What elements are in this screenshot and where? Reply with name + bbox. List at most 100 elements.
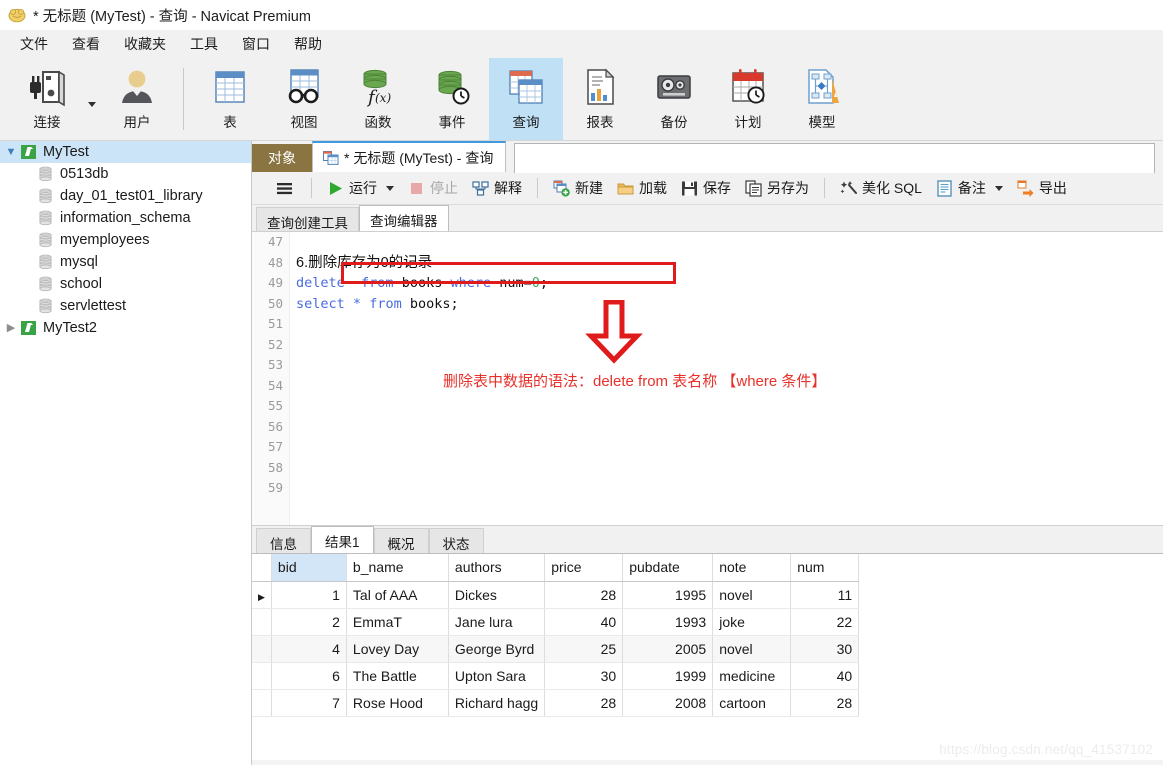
sql-editor[interactable]: 47 48 49 50 51 52 53 54 55 56 57 58 59 6… [252, 231, 1163, 525]
grid-col-num[interactable]: num [790, 554, 860, 582]
grid-col-pubdate[interactable]: pubdate [622, 554, 714, 582]
cell-bid[interactable]: 6 [271, 662, 347, 690]
cell-pubdate[interactable]: 2005 [622, 635, 714, 663]
new-button[interactable]: 新建 [546, 175, 610, 201]
cell-authors[interactable]: Dickes [448, 581, 546, 609]
ribbon-button-query[interactable]: 查询 [489, 58, 563, 140]
ribbon-button-user[interactable]: 用户 [100, 58, 174, 140]
sidebar-item-db-myemployees[interactable]: myemployees [0, 229, 251, 251]
horizontal-scrollbar[interactable] [252, 760, 1163, 765]
menu-help[interactable]: 帮助 [282, 31, 334, 57]
tab-objects[interactable]: 对象 [252, 144, 312, 172]
cell-bid[interactable]: 4 [271, 635, 347, 663]
cell-price[interactable]: 25 [544, 635, 624, 663]
menu-window[interactable]: 窗口 [230, 31, 282, 57]
sidebar-item-mytest2[interactable]: ▶ MyTest2 [0, 317, 251, 339]
sidebar-item-db-information-schema[interactable]: information_schema [0, 207, 251, 229]
ribbon-button-schedule[interactable]: 计划 [711, 58, 785, 140]
tab-profile[interactable]: 概况 [373, 528, 429, 553]
table-row[interactable]: 6 The Battle Upton Sara 30 1999 medicine… [252, 662, 860, 690]
ribbon-button-backup[interactable]: 备份 [637, 58, 711, 140]
cell-price[interactable]: 28 [544, 581, 624, 609]
ribbon-button-connection[interactable]: 连接 [10, 58, 84, 140]
table-row[interactable]: 2 EmmaT Jane lura 40 1993 joke 22 [252, 608, 860, 636]
run-button[interactable]: 运行 [320, 175, 401, 201]
save-button[interactable]: 保存 [674, 175, 738, 201]
tab-status[interactable]: 状态 [428, 528, 484, 553]
menu-tools[interactable]: 工具 [178, 31, 230, 57]
results-grid-wrapper[interactable]: bid b_name authors price pubdate note nu… [252, 553, 1163, 765]
table-row[interactable]: ▶ 1 Tal of AAA Dickes 28 1995 novel 11 [252, 581, 860, 609]
cell-pubdate[interactable]: 1995 [622, 581, 714, 609]
menu-favorites[interactable]: 收藏夹 [112, 31, 178, 57]
chevron-down-icon[interactable]: ▼ [2, 146, 20, 158]
ribbon-button-function[interactable]: f (x) 函数 [341, 58, 415, 140]
load-button[interactable]: 加载 [610, 175, 674, 201]
menu-view[interactable]: 查看 [60, 31, 112, 57]
cell-note[interactable]: joke [712, 608, 792, 636]
results-grid[interactable]: bid b_name authors price pubdate note nu… [252, 554, 860, 717]
cell-note[interactable]: novel [712, 635, 792, 663]
cell-note[interactable]: medicine [712, 662, 792, 690]
cell-note[interactable]: cartoon [712, 689, 792, 717]
cell-num[interactable]: 40 [790, 662, 860, 690]
cell-b-name[interactable]: Tal of AAA [346, 581, 449, 609]
cell-num[interactable]: 30 [790, 635, 860, 663]
ribbon-button-report[interactable]: 报表 [563, 58, 637, 140]
editor-code-area[interactable]: 6.删除库存为0的记录 delete from books where num=… [296, 232, 1163, 525]
hamburger-menu-button[interactable] [266, 177, 303, 200]
connection-dropdown-caret[interactable] [84, 58, 100, 140]
cell-authors[interactable]: Upton Sara [448, 662, 546, 690]
cell-price[interactable]: 30 [544, 662, 624, 690]
chevron-right-icon[interactable]: ▶ [2, 322, 20, 334]
sidebar-item-db-day01[interactable]: day_01_test01_library [0, 185, 251, 207]
sidebar-item-db-servlettest[interactable]: servlettest [0, 295, 251, 317]
sidebar-item-db-0513db[interactable]: 0513db [0, 163, 251, 185]
sidebar-item-db-school[interactable]: school [0, 273, 251, 295]
note-dropdown-caret-icon[interactable] [994, 185, 1003, 191]
cell-bid[interactable]: 7 [271, 689, 347, 717]
cell-pubdate[interactable]: 2008 [622, 689, 714, 717]
cell-authors[interactable]: Jane lura [448, 608, 546, 636]
save-as-button[interactable]: 另存为 [738, 175, 816, 201]
tab-message[interactable]: 信息 [256, 528, 311, 553]
grid-col-b-name[interactable]: b_name [346, 554, 449, 582]
ribbon-button-event[interactable]: 事件 [415, 58, 489, 140]
grid-col-bid[interactable]: bid [271, 554, 347, 582]
note-button[interactable]: 备注 [929, 175, 1010, 201]
cell-b-name[interactable]: Lovey Day [346, 635, 449, 663]
cell-authors[interactable]: George Byrd [448, 635, 546, 663]
tab-result1[interactable]: 结果1 [311, 526, 374, 553]
cell-b-name[interactable]: The Battle [346, 662, 449, 690]
cell-note[interactable]: novel [712, 581, 792, 609]
grid-col-price[interactable]: price [544, 554, 624, 582]
cell-bid[interactable]: 2 [271, 608, 347, 636]
ribbon-button-view[interactable]: 视图 [267, 58, 341, 140]
cell-price[interactable]: 28 [544, 689, 624, 717]
cell-num[interactable]: 11 [790, 581, 860, 609]
cell-num[interactable]: 28 [790, 689, 860, 717]
run-dropdown-caret-icon[interactable] [386, 185, 394, 191]
cell-pubdate[interactable]: 1999 [622, 662, 714, 690]
ribbon-button-table[interactable]: 表 [193, 58, 267, 140]
cell-price[interactable]: 40 [544, 608, 624, 636]
grid-col-note[interactable]: note [712, 554, 792, 582]
cell-num[interactable]: 22 [790, 608, 860, 636]
table-row[interactable]: 4 Lovey Day George Byrd 25 2005 novel 30 [252, 635, 860, 663]
grid-col-authors[interactable]: authors [448, 554, 546, 582]
connection-tree-sidebar[interactable]: ▼ MyTest 0513db day_01_test01_library in… [0, 141, 252, 765]
cell-pubdate[interactable]: 1993 [622, 608, 714, 636]
tab-query-document[interactable]: * 无标题 (MyTest) - 查询 [312, 141, 507, 172]
sidebar-item-mytest[interactable]: ▼ MyTest [0, 141, 251, 163]
cell-bid[interactable]: 1 [271, 581, 347, 609]
export-button[interactable]: 导出 [1010, 175, 1074, 201]
ribbon-button-model[interactable]: 模型 [785, 58, 859, 140]
sidebar-item-db-mysql[interactable]: mysql [0, 251, 251, 273]
table-row[interactable]: 7 Rose Hood Richard hagg 28 2008 cartoon… [252, 689, 860, 717]
cell-b-name[interactable]: Rose Hood [346, 689, 449, 717]
tab-query-editor[interactable]: 查询编辑器 [359, 205, 449, 231]
tab-query-builder[interactable]: 查询创建工具 [256, 207, 359, 231]
cell-b-name[interactable]: EmmaT [346, 608, 449, 636]
explain-button[interactable]: 解释 [465, 175, 529, 201]
beautify-sql-button[interactable]: 美化 SQL [833, 175, 929, 201]
